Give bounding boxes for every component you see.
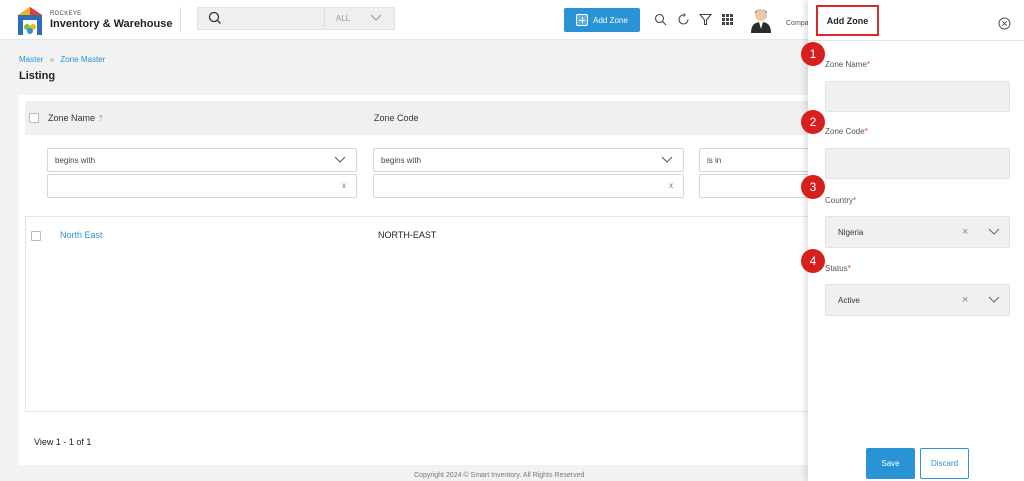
clear-filter-icon[interactable]: x (342, 181, 346, 190)
save-button[interactable]: Save (866, 448, 915, 479)
add-zone-button[interactable]: Add Zone (564, 8, 640, 32)
search-scope-select[interactable]: ALL (336, 14, 350, 23)
zone-name-label-text: Zone Name (825, 60, 867, 69)
sort-icon[interactable]: ⇡ (98, 114, 105, 123)
status-select[interactable]: Active × (825, 284, 1010, 316)
required-marker: * (853, 196, 857, 205)
panel-header: Add Zone (808, 0, 1024, 41)
company-switcher-label[interactable]: Compa (786, 20, 808, 27)
breadcrumb-master[interactable]: Master (19, 55, 43, 64)
chevron-down-icon (661, 156, 673, 163)
footer-copyright: Copyright 2024 © Smart Inventory. All Ri… (414, 472, 585, 479)
country-select[interactable]: Nigeria × (825, 216, 1010, 248)
country-select-value: Nigeria (838, 228, 864, 237)
status-label: Status* (825, 264, 851, 273)
brand-tagline: ROCKEYE (50, 11, 82, 17)
page-title: Listing (19, 70, 56, 82)
brand-logo (18, 7, 42, 35)
step-badge-1: 1 (801, 42, 825, 66)
add-zone-panel: Add Zone Zone Name* Zone Code* Country* … (808, 0, 1024, 481)
zone-name-label: Zone Name* (825, 60, 870, 69)
zone-code-input[interactable] (825, 148, 1010, 179)
row-checkbox[interactable] (31, 231, 41, 241)
column-header-zone-name-label: Zone Name (48, 113, 96, 123)
required-marker: * (864, 127, 868, 136)
table-body: North East NORTH-EAST (25, 216, 819, 412)
clear-selection-icon[interactable]: × (962, 294, 968, 306)
required-marker: * (847, 264, 851, 273)
breadcrumb-zone-master[interactable]: Zone Master (60, 55, 105, 64)
panel-title: Add Zone (816, 5, 879, 36)
search-divider (324, 8, 325, 29)
clear-selection-icon[interactable]: × (962, 226, 968, 238)
country-filter-operator[interactable]: is in (699, 148, 819, 172)
pagination-summary: View 1 - 1 of 1 (34, 437, 92, 447)
row-zone-code: NORTH-EAST (378, 230, 437, 240)
zone-name-filter-operator[interactable]: begins with (47, 148, 357, 172)
step-badge-4: 4 (801, 249, 825, 273)
column-header-zone-code[interactable]: Zone Code (374, 113, 419, 123)
step-badge-3: 3 (801, 175, 825, 199)
close-icon[interactable] (998, 17, 1011, 30)
add-zone-button-label: Add Zone (593, 15, 628, 25)
filter-operator-value: is in (707, 156, 722, 165)
plus-icon (576, 14, 589, 26)
table-header: Zone Name ⇡ Zone Code (25, 101, 819, 135)
zone-name-input[interactable] (825, 81, 1010, 112)
column-header-zone-name[interactable]: Zone Name ⇡ (48, 113, 104, 123)
zone-code-label: Zone Code* (825, 127, 868, 136)
search-icon[interactable] (654, 13, 667, 26)
zone-code-label-text: Zone Code (825, 127, 865, 136)
chevron-down-icon[interactable] (370, 14, 382, 22)
discard-button[interactable]: Discard (920, 448, 969, 479)
step-badge-2: 2 (801, 110, 825, 134)
country-label: Country* (825, 196, 856, 205)
search-icon (208, 11, 221, 24)
header-divider (180, 7, 181, 33)
chevron-down-icon[interactable] (988, 296, 1000, 304)
apps-grid-icon[interactable] (721, 13, 734, 26)
chevron-down-icon (334, 156, 346, 163)
filter-operator-value: begins with (55, 156, 96, 165)
clear-filter-icon[interactable]: x (669, 181, 673, 190)
row-zone-name-link[interactable]: North East (60, 230, 103, 240)
zone-code-filter-operator[interactable]: begins with (373, 148, 684, 172)
filter-operator-value: begins with (381, 156, 422, 165)
breadcrumb-separator-icon: » (49, 55, 55, 64)
refresh-icon[interactable] (677, 13, 690, 26)
zone-code-filter-input[interactable]: x (373, 174, 684, 198)
status-label-text: Status (825, 264, 848, 273)
required-marker: * (866, 60, 870, 69)
brand-name: Inventory & Warehouse (50, 18, 173, 30)
chevron-down-icon[interactable] (988, 228, 1000, 236)
breadcrumb: Master » Zone Master (19, 55, 105, 64)
status-select-value: Active (838, 296, 860, 305)
global-search[interactable]: ALL (197, 7, 395, 30)
listing-card: Zone Name ⇡ Zone Code begins with x begi… (19, 95, 819, 465)
select-all-checkbox[interactable] (29, 113, 39, 123)
user-avatar[interactable] (750, 7, 772, 33)
filter-icon[interactable] (699, 13, 712, 26)
zone-name-filter-input[interactable]: x (47, 174, 357, 198)
country-label-text: Country (825, 196, 854, 205)
